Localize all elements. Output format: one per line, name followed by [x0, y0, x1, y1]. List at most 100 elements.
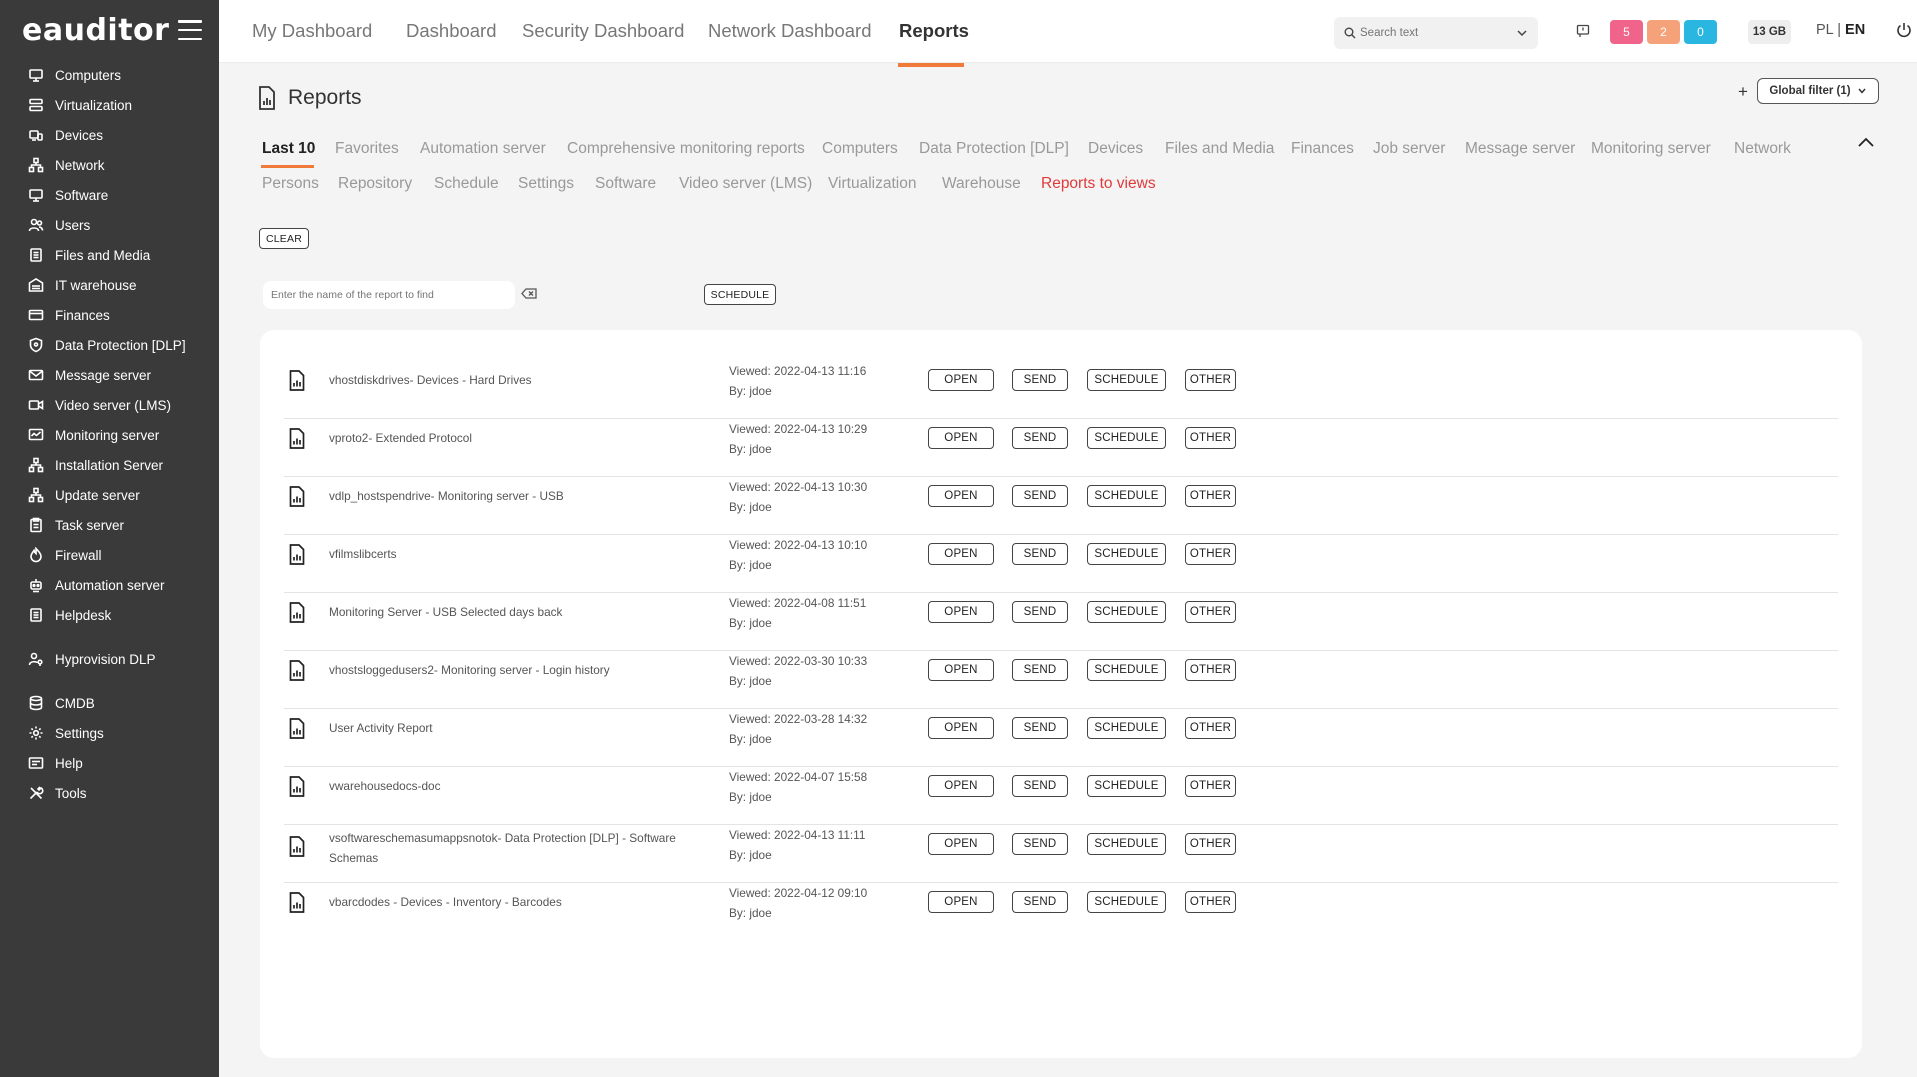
alert-badge-info[interactable]: 0: [1684, 20, 1717, 44]
tab-my-dashboard[interactable]: My Dashboard: [252, 20, 372, 42]
report-name[interactable]: vhostdiskdrives- Devices - Hard Drives: [329, 370, 719, 390]
power-icon[interactable]: [1895, 21, 1913, 39]
sidebar-item-it-warehouse[interactable]: IT warehouse: [0, 270, 219, 300]
report-name[interactable]: vhostsloggedusers2- Monitoring server - …: [329, 660, 719, 680]
sidebar-item-update-server[interactable]: Update server: [0, 480, 219, 510]
category-tab-video-server[interactable]: Video server (LMS): [679, 175, 812, 193]
app-logo[interactable]: eauditor: [22, 13, 169, 48]
schedule-report-button[interactable]: SCHEDULE: [1087, 601, 1166, 623]
report-name[interactable]: vfilmslibcerts: [329, 544, 719, 564]
send-button[interactable]: SEND: [1012, 717, 1068, 739]
open-button[interactable]: OPEN: [928, 427, 994, 449]
sidebar-item-software[interactable]: Software: [0, 180, 219, 210]
alert-badge-critical[interactable]: 5: [1610, 20, 1643, 44]
category-tab-dlp[interactable]: Data Protection [DLP]: [919, 140, 1069, 158]
search-box[interactable]: [1334, 17, 1538, 49]
other-button[interactable]: OTHER: [1185, 833, 1236, 855]
sidebar-item-message-server[interactable]: Message server: [0, 360, 219, 390]
category-tab-last-10[interactable]: Last 10: [262, 140, 315, 158]
schedule-report-button[interactable]: SCHEDULE: [1087, 833, 1166, 855]
other-button[interactable]: OTHER: [1185, 775, 1236, 797]
sidebar-item-installation-server[interactable]: Installation Server: [0, 450, 219, 480]
schedule-report-button[interactable]: SCHEDULE: [1087, 369, 1166, 391]
tab-network-dashboard[interactable]: Network Dashboard: [708, 20, 872, 42]
sidebar-item-devices[interactable]: Devices: [0, 120, 219, 150]
open-button[interactable]: OPEN: [928, 775, 994, 797]
category-tab-software[interactable]: Software: [595, 175, 656, 193]
sidebar-item-data-protection-dlp[interactable]: Data Protection [DLP]: [0, 330, 219, 360]
other-button[interactable]: OTHER: [1185, 427, 1236, 449]
sidebar-item-task-server[interactable]: Task server: [0, 510, 219, 540]
category-tab-warehouse[interactable]: Warehouse: [942, 175, 1021, 193]
send-button[interactable]: SEND: [1012, 369, 1068, 391]
report-search-input[interactable]: [263, 281, 515, 309]
send-button[interactable]: SEND: [1012, 659, 1068, 681]
other-button[interactable]: OTHER: [1185, 543, 1236, 565]
send-button[interactable]: SEND: [1012, 485, 1068, 507]
sidebar-item-cmdb[interactable]: CMDB: [0, 688, 219, 718]
category-tab-repository[interactable]: Repository: [338, 175, 412, 193]
lang-en[interactable]: EN: [1845, 22, 1865, 38]
sidebar-item-users[interactable]: Users: [0, 210, 219, 240]
category-tab-comprehensive-monitoring[interactable]: Comprehensive monitoring reports: [567, 140, 805, 158]
category-tab-schedule[interactable]: Schedule: [434, 175, 499, 193]
sidebar-item-computers[interactable]: Computers: [0, 60, 219, 90]
category-tab-virtualization[interactable]: Virtualization: [828, 175, 916, 193]
other-button[interactable]: OTHER: [1185, 601, 1236, 623]
category-tab-reports-to-views[interactable]: Reports to views: [1041, 175, 1156, 193]
category-tab-monitoring-server[interactable]: Monitoring server: [1591, 140, 1711, 158]
hamburger-icon[interactable]: [178, 20, 202, 40]
schedule-report-button[interactable]: SCHEDULE: [1087, 659, 1166, 681]
sidebar-item-automation-server[interactable]: Automation server: [0, 570, 219, 600]
chevron-up-icon[interactable]: [1857, 136, 1875, 148]
other-button[interactable]: OTHER: [1185, 717, 1236, 739]
sidebar-item-settings[interactable]: Settings: [0, 718, 219, 748]
sidebar-item-hyprovision-dlp[interactable]: Hyprovision DLP: [0, 644, 219, 674]
chevron-down-icon[interactable]: [1516, 27, 1528, 39]
schedule-report-button[interactable]: SCHEDULE: [1087, 485, 1166, 507]
sidebar-item-monitoring-server[interactable]: Monitoring server: [0, 420, 219, 450]
open-button[interactable]: OPEN: [928, 369, 994, 391]
other-button[interactable]: OTHER: [1185, 369, 1236, 391]
open-button[interactable]: OPEN: [928, 833, 994, 855]
sidebar-item-help[interactable]: Help: [0, 748, 219, 778]
send-button[interactable]: SEND: [1012, 891, 1068, 913]
message-icon[interactable]: [1576, 24, 1590, 38]
send-button[interactable]: SEND: [1012, 543, 1068, 565]
tab-security-dashboard[interactable]: Security Dashboard: [522, 20, 684, 42]
sidebar-item-firewall[interactable]: Firewall: [0, 540, 219, 570]
schedule-report-button[interactable]: SCHEDULE: [1087, 775, 1166, 797]
send-button[interactable]: SEND: [1012, 601, 1068, 623]
lang-pl[interactable]: PL: [1816, 22, 1833, 38]
global-filter-dropdown[interactable]: Global filter (1): [1757, 78, 1879, 104]
clear-button[interactable]: CLEAR: [259, 228, 309, 249]
report-name[interactable]: Monitoring Server - USB Selected days ba…: [329, 602, 719, 622]
open-button[interactable]: OPEN: [928, 485, 994, 507]
category-tab-job-server[interactable]: Job server: [1373, 140, 1445, 158]
sidebar-item-tools[interactable]: Tools: [0, 778, 219, 808]
open-button[interactable]: OPEN: [928, 601, 994, 623]
category-tab-computers[interactable]: Computers: [822, 140, 898, 158]
schedule-button[interactable]: SCHEDULE: [704, 284, 776, 305]
clear-input-icon[interactable]: [521, 288, 537, 299]
report-name[interactable]: User Activity Report: [329, 718, 719, 738]
tab-dashboard[interactable]: Dashboard: [406, 20, 497, 42]
sidebar-item-virtualization[interactable]: Virtualization: [0, 90, 219, 120]
language-switch[interactable]: PL | EN: [1816, 22, 1865, 38]
sidebar-item-finances[interactable]: Finances: [0, 300, 219, 330]
report-name[interactable]: vproto2- Extended Protocol: [329, 428, 719, 448]
category-tab-automation-server[interactable]: Automation server: [420, 140, 546, 158]
open-button[interactable]: OPEN: [928, 717, 994, 739]
open-button[interactable]: OPEN: [928, 659, 994, 681]
sidebar-item-helpdesk[interactable]: Helpdesk: [0, 600, 219, 630]
schedule-report-button[interactable]: SCHEDULE: [1087, 543, 1166, 565]
schedule-report-button[interactable]: SCHEDULE: [1087, 891, 1166, 913]
category-tab-persons[interactable]: Persons: [262, 175, 319, 193]
category-tab-favorites[interactable]: Favorites: [335, 140, 399, 158]
send-button[interactable]: SEND: [1012, 427, 1068, 449]
report-name[interactable]: vbarcdodes - Devices - Inventory - Barco…: [329, 892, 719, 912]
category-tab-network[interactable]: Network: [1734, 140, 1791, 158]
other-button[interactable]: OTHER: [1185, 891, 1236, 913]
category-tab-message-server[interactable]: Message server: [1465, 140, 1575, 158]
category-tab-devices[interactable]: Devices: [1088, 140, 1143, 158]
